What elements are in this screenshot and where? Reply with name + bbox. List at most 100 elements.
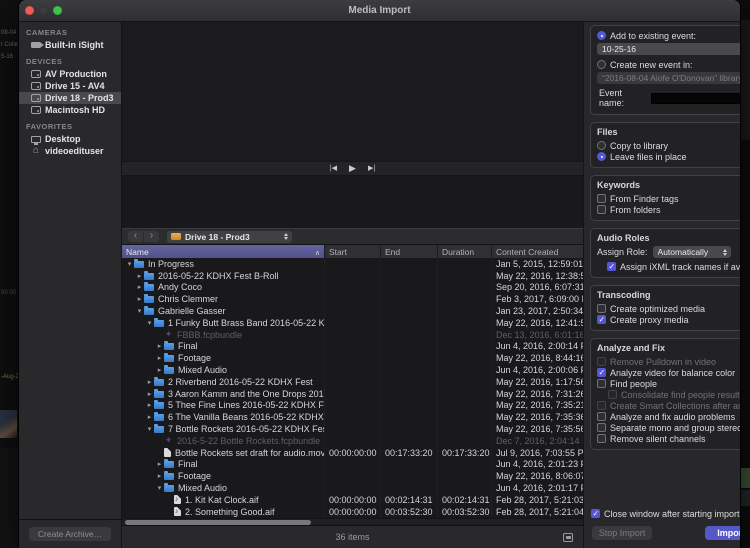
- checkbox-option-analyze-and-fix-audio-problems[interactable]: Analyze and fix audio problems: [597, 411, 740, 422]
- checkbox-option-separate-mono-and-group-stereo-audio[interactable]: Separate mono and group stereo audio: [597, 422, 740, 433]
- checkbox-icon[interactable]: [597, 434, 606, 443]
- disclosure-triangle-icon[interactable]: ▾: [135, 307, 144, 315]
- disclosure-triangle-icon[interactable]: ▸: [155, 342, 164, 350]
- close-window-button[interactable]: [25, 6, 34, 15]
- checkbox-option-remove-silent-channels[interactable]: Remove silent channels: [597, 433, 740, 444]
- sidebar-item-desktop[interactable]: Desktop: [19, 133, 121, 145]
- file-list-row[interactable]: ▾Gabrielle GasserJan 23, 2017, 2:50:34 P…: [122, 305, 583, 317]
- disclosure-triangle-icon[interactable]: ▸: [135, 272, 144, 280]
- sidebar-item-macintosh-hd[interactable]: Macintosh HD: [19, 104, 121, 116]
- horizontal-scrollbar[interactable]: [122, 518, 583, 525]
- file-list-row[interactable]: ▸Chris ClemmerFeb 3, 2017, 6:09:00 PM: [122, 293, 583, 305]
- sidebar-item-drive-18-prod3[interactable]: Drive 18 - Prod3: [19, 92, 121, 104]
- column-header-duration[interactable]: Duration: [438, 245, 492, 258]
- checkbox-option-from-folders[interactable]: From folders: [597, 204, 740, 215]
- import-all-button[interactable]: Import All: [705, 526, 740, 540]
- disclosure-triangle-icon[interactable]: ▾: [145, 319, 154, 327]
- disclosure-triangle-icon[interactable]: ▸: [145, 378, 154, 386]
- disclosure-triangle-icon[interactable]: ▸: [155, 366, 164, 374]
- forward-button[interactable]: ›: [144, 231, 159, 242]
- zoom-window-button[interactable]: [53, 6, 62, 15]
- existing-event-select[interactable]: 10-25-16: [597, 43, 740, 55]
- radio-icon[interactable]: [597, 60, 606, 69]
- sidebar-item-videoedituser[interactable]: videoedituser: [19, 145, 121, 157]
- checkbox-icon[interactable]: [597, 379, 606, 388]
- file-list-row[interactable]: 1. Kit Kat Clock.aif00:00:00:0000:02:14:…: [122, 494, 583, 506]
- background-text: 08-04: [1, 30, 16, 36]
- volume-select[interactable]: Drive 18 - Prod3: [167, 231, 292, 243]
- file-list-row[interactable]: Bottle Rockets set draft for audio.mov00…: [122, 447, 583, 459]
- back-button[interactable]: ‹: [128, 231, 143, 242]
- file-list-row[interactable]: ▸5 Thee Fine Lines 2016-05-22 KDHX FestM…: [122, 400, 583, 412]
- event-name-input[interactable]: [651, 93, 740, 104]
- file-list-row[interactable]: 2. Something Good.aif00:00:00:0000:03:52…: [122, 506, 583, 518]
- play-icon[interactable]: [349, 164, 356, 173]
- checkbox-icon[interactable]: [597, 205, 606, 214]
- assign-role-select[interactable]: Automatically: [653, 246, 731, 258]
- file-list-row[interactable]: ▾Mixed AudioJun 4, 2016, 2:01:17 PM: [122, 482, 583, 494]
- checkbox-option-create-proxy-media[interactable]: Create proxy media: [597, 314, 740, 325]
- radio-selected-icon[interactable]: [597, 152, 606, 161]
- create-archive-button[interactable]: Create Archive…: [29, 527, 111, 541]
- radio-option-leave-files-in-place[interactable]: Leave files in place: [597, 151, 740, 162]
- file-list-row[interactable]: ▸3 Aaron Kamm and the One Drops 2016-05-…: [122, 388, 583, 400]
- checkbox-option-analyze-video-for-balance-color[interactable]: Analyze video for balance color: [597, 367, 740, 378]
- scrollbar-thumb[interactable]: [125, 520, 311, 525]
- file-list-row[interactable]: ▸FootageMay 22, 2016, 8:44:16 PM: [122, 352, 583, 364]
- checkbox-icon[interactable]: [597, 423, 606, 432]
- file-list-row[interactable]: ▾1 Funky Butt Brass Band 2016-05-22 KDHX…: [122, 317, 583, 329]
- sidebar-item-drive-15-av4[interactable]: Drive 15 - AV4: [19, 80, 121, 92]
- checkbox-checked-icon[interactable]: [597, 315, 606, 324]
- checkbox-checked-icon[interactable]: [597, 368, 606, 377]
- disclosure-triangle-icon[interactable]: ▾: [145, 425, 154, 433]
- file-list-row[interactable]: ▸Mixed AudioJun 4, 2016, 2:00:06 PM: [122, 364, 583, 376]
- radio-option-copy-to-library[interactable]: Copy to library: [597, 140, 740, 151]
- disclosure-triangle-icon[interactable]: ▸: [155, 460, 164, 468]
- file-list-row[interactable]: ▸Andy CocoSep 20, 2016, 6:07:31 PM: [122, 282, 583, 294]
- file-list-row[interactable]: ▸FinalJun 4, 2016, 2:01:23 PM: [122, 459, 583, 471]
- column-header-content-created[interactable]: Content Created: [492, 245, 583, 258]
- file-list-row[interactable]: 2016-5-22 Bottle Rockets.fcpbundleDec 7,…: [122, 435, 583, 447]
- file-list-row[interactable]: ▾In ProgressJan 5, 2015, 12:59:01 PM: [122, 258, 583, 270]
- checkbox-option-from-finder-tags[interactable]: From Finder tags: [597, 193, 740, 204]
- skip-forward-icon[interactable]: [368, 165, 375, 172]
- background-text: 5-16: [1, 54, 13, 60]
- file-list-row[interactable]: ▸FootageMay 22, 2016, 8:06:07 PM: [122, 470, 583, 482]
- disclosure-triangle-icon[interactable]: ▸: [135, 295, 144, 303]
- disclosure-triangle-icon[interactable]: ▸: [135, 283, 144, 291]
- checkbox-icon[interactable]: [597, 412, 606, 421]
- column-header-name[interactable]: Name: [122, 245, 325, 258]
- disclosure-triangle-icon[interactable]: ▾: [125, 260, 134, 268]
- skip-back-icon[interactable]: [330, 165, 337, 172]
- column-header-start[interactable]: Start: [325, 245, 381, 258]
- checkbox-icon[interactable]: [597, 194, 606, 203]
- disclosure-triangle-icon[interactable]: ▸: [145, 390, 154, 398]
- checkbox-option-create-optimized-media[interactable]: Create optimized media: [597, 303, 740, 314]
- sidebar-item-av-production[interactable]: AV Production: [19, 68, 121, 80]
- file-list-row[interactable]: ▸FinalJun 4, 2016, 2:00:14 PM: [122, 341, 583, 353]
- disclosure-triangle-icon[interactable]: ▸: [145, 413, 154, 421]
- checkbox-checked-icon[interactable]: [607, 262, 616, 271]
- clip-view-icon[interactable]: [563, 533, 573, 542]
- checkbox-icon[interactable]: [597, 304, 606, 313]
- disclosure-triangle-icon[interactable]: ▸: [155, 354, 164, 362]
- checkbox-option-find-people[interactable]: Find people: [597, 378, 740, 389]
- disclosure-triangle-icon[interactable]: ▾: [155, 484, 164, 492]
- radio-selected-icon[interactable]: [597, 31, 606, 40]
- checkbox-checked-icon[interactable]: [591, 509, 600, 518]
- titlebar[interactable]: Media Import: [19, 0, 740, 22]
- file-list-row[interactable]: ▸2 Riverbend 2016-05-22 KDHX FestMay 22,…: [122, 376, 583, 388]
- assign-ixml-checkbox-row[interactable]: Assign iXML track names if available: [597, 261, 740, 272]
- radio-icon[interactable]: [597, 141, 606, 150]
- create-new-event-option[interactable]: Create new event in:: [597, 59, 740, 70]
- file-list-row[interactable]: ▾7 Bottle Rockets 2016-05-22 KDHX FestMa…: [122, 423, 583, 435]
- file-list-row[interactable]: ▸6 The Vanilla Beans 2016-05-22 KDHX Fes…: [122, 411, 583, 423]
- file-list-row[interactable]: FBBB.fcpbundleDec 13, 2016, 6:01:16 PM: [122, 329, 583, 341]
- sidebar-item-built-in-isight[interactable]: Built-in iSight: [19, 39, 121, 51]
- disclosure-triangle-icon[interactable]: ▸: [145, 401, 154, 409]
- column-header-end[interactable]: End: [381, 245, 438, 258]
- add-to-existing-event-option[interactable]: Add to existing event:: [597, 30, 740, 41]
- disclosure-triangle-icon[interactable]: ▸: [155, 472, 164, 480]
- file-list-row[interactable]: ▸2016-05-22 KDHX Fest B-RollMay 22, 2016…: [122, 270, 583, 282]
- close-window-checkbox-row[interactable]: Close window after starting import: [591, 508, 740, 519]
